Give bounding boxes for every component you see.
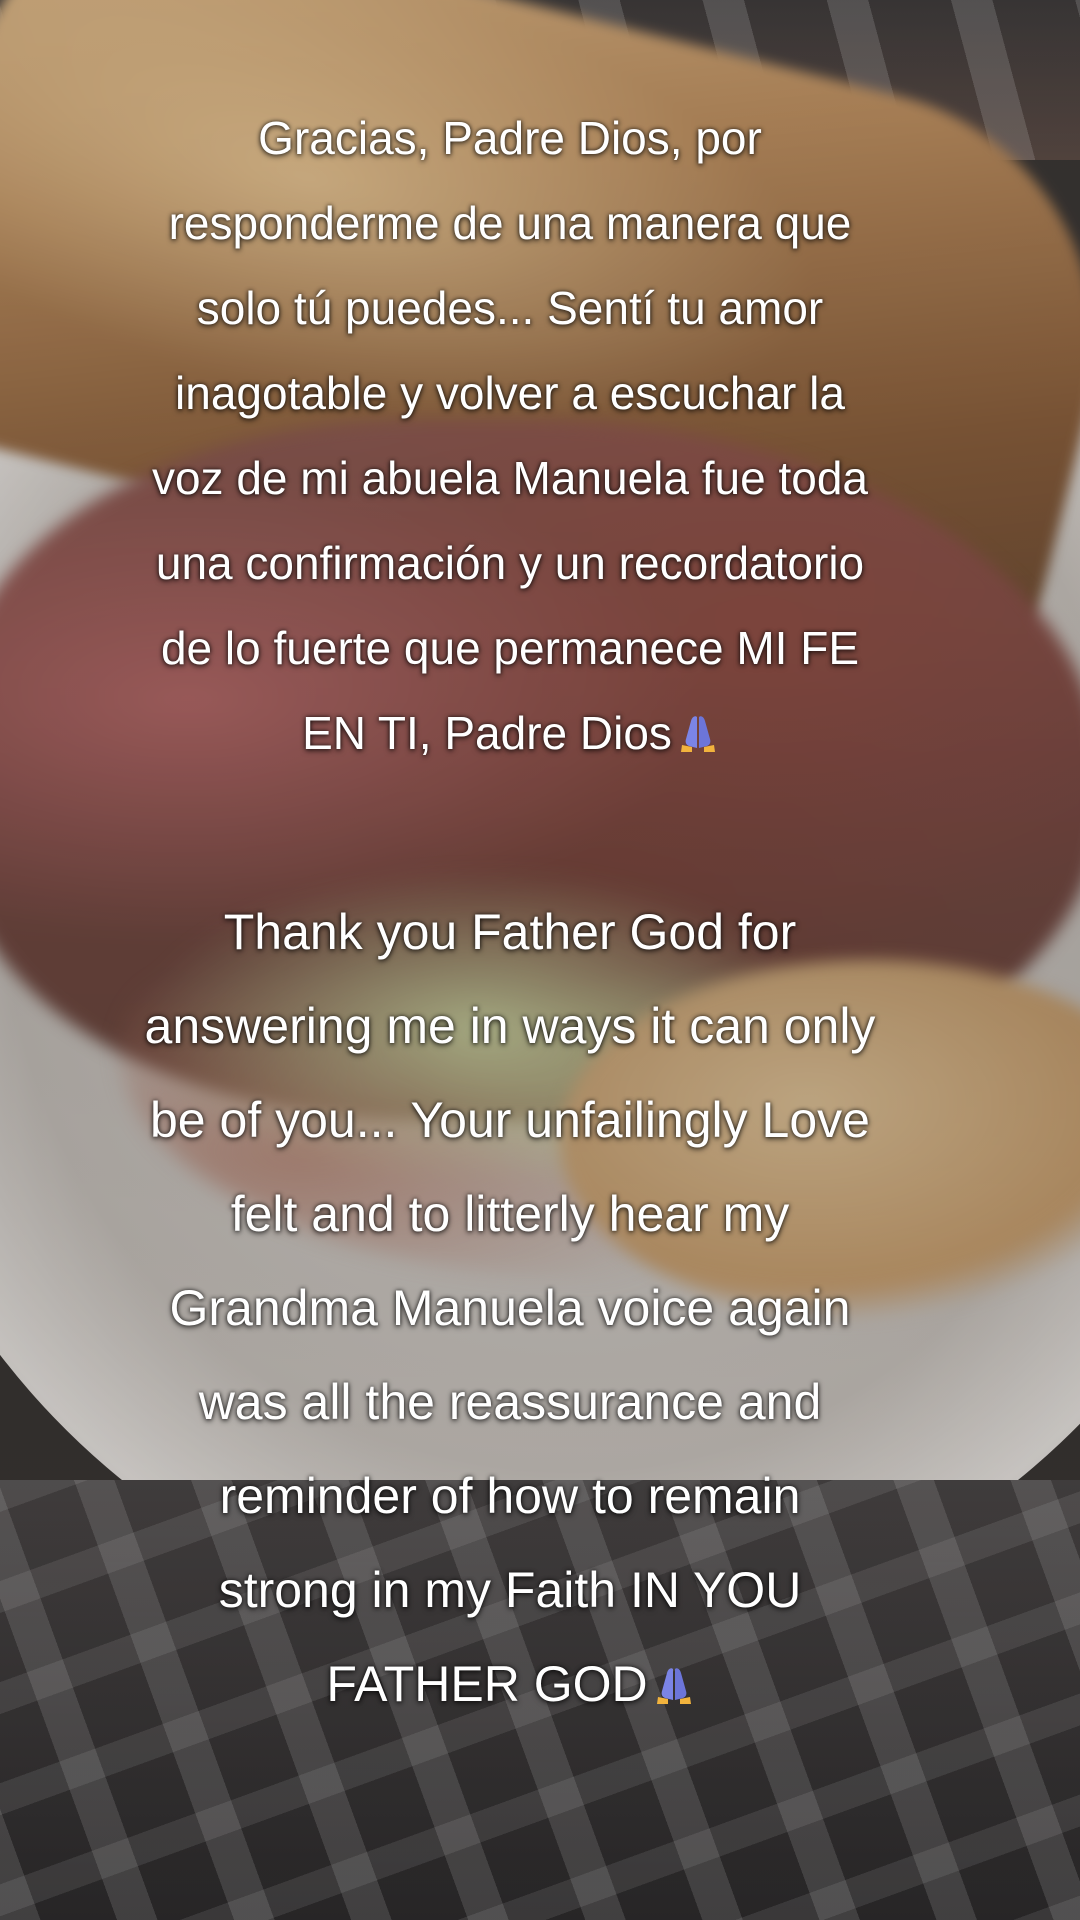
story-screen: Gracias, Padre Dios, por responderme de … [0, 0, 1080, 1920]
praying-hands-icon [656, 1668, 691, 1704]
caption-english: Thank you Father God for answering me in… [30, 885, 990, 1731]
praying-hands-icon [680, 716, 715, 752]
caption-spanish: Gracias, Padre Dios, por responderme de … [30, 96, 990, 776]
caption-spanish-text: Gracias, Padre Dios, por responderme de … [151, 112, 869, 759]
caption-english-text: Thank you Father God for answering me in… [144, 904, 876, 1712]
